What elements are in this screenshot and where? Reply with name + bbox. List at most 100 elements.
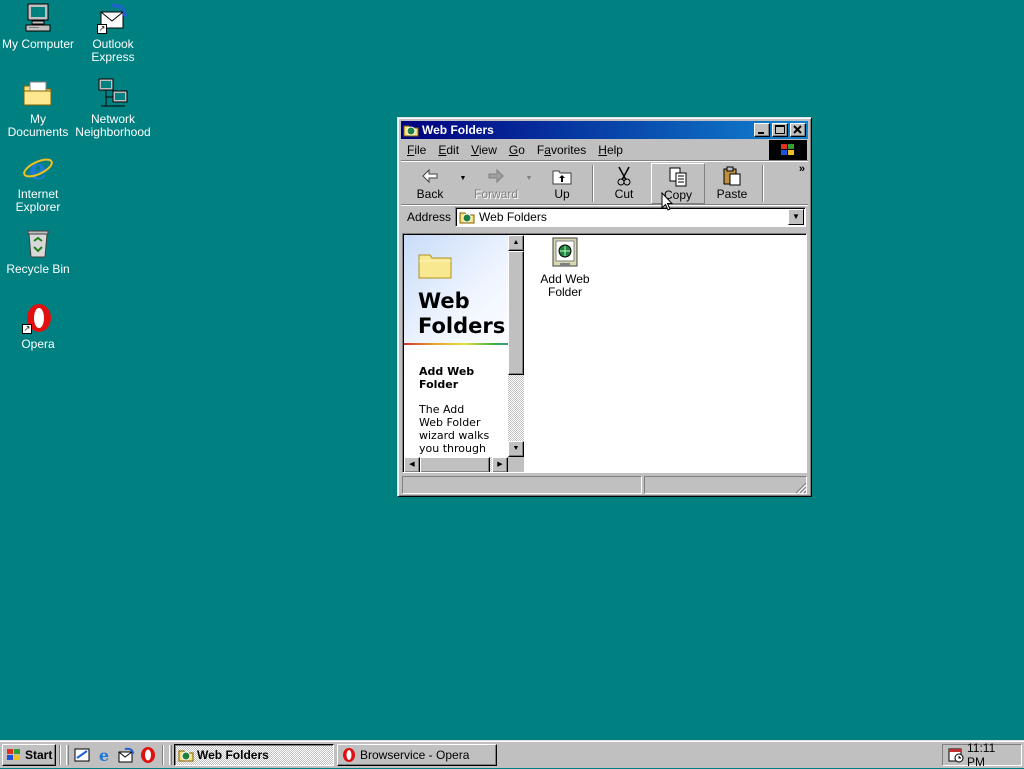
add-web-folder-item[interactable]: Add Web Folder [535,237,595,299]
paste-label: Paste [716,187,748,201]
horizontal-scroll-thumb[interactable] [420,457,490,472]
resize-grip-icon[interactable] [795,482,808,495]
recycle-bin-icon [22,227,54,259]
menu-help-rest: elp [606,142,623,157]
web-folder-icon [459,210,475,224]
scheduler-icon[interactable] [947,746,965,764]
desktop-icon-label: Outlook Express [91,37,135,64]
status-bar [402,476,808,495]
desktop-icon-my-documents[interactable]: My Documents [0,77,76,139]
show-desktop-icon[interactable] [73,746,91,764]
desktop-icon-opera[interactable]: ↗ Opera [0,302,76,351]
menu-favorites[interactable]: Favorites [531,143,592,157]
taskbar-separator [162,744,164,765]
scrollbar-corner [508,457,524,472]
mail-icon: ↗ [97,2,129,34]
copy-button[interactable]: Copy [651,163,705,204]
info-pane-line: wizard walks [419,429,490,442]
scissors-icon [614,166,634,186]
paste-button[interactable]: Paste [705,163,759,204]
desktop-icon-label: Recycle Bin [6,262,70,276]
opera-icon[interactable] [139,746,157,764]
status-panel-main [402,476,642,494]
up-label: Up [554,187,570,201]
item-label-line2: Folder [547,285,582,299]
task-area-grabber[interactable] [169,744,172,765]
window-title: Web Folders [422,123,494,137]
windows-flag-icon [6,748,22,762]
paste-icon [722,166,742,186]
info-pane-header: Web Folders [404,235,524,343]
web-folder-icon [178,747,194,763]
vertical-scrollbar[interactable]: ▲ ▼ [508,235,524,457]
outlook-express-icon[interactable] [117,746,135,764]
opera-icon [341,747,357,763]
back-dropdown-arrow[interactable]: ▼ [457,163,469,204]
toolbar-more-chevron[interactable]: » [799,163,805,175]
menu-bar: File Edit View Go Favorites Help [401,139,808,161]
desktop-icon-my-computer[interactable]: My Computer [0,2,76,51]
menu-go-rest: o [518,142,525,157]
scroll-right-button[interactable]: ▶ [492,457,508,472]
toolbar-separator [592,165,594,202]
folder-view: Web Folders Add Web Folder The Add Web F… [402,233,807,473]
address-dropdown-button[interactable]: ▼ [788,209,804,225]
forward-button[interactable]: Forward [469,163,523,204]
address-bar: Address Web Folders ▼ [401,205,808,229]
web-folders-window[interactable]: Web Folders File Edit View Go Favorites … [397,117,812,497]
menu-file[interactable]: File [401,143,432,157]
menu-view[interactable]: View [465,143,503,157]
cut-button[interactable]: Cut [597,163,651,204]
start-button[interactable]: Start [2,743,56,766]
status-panel-zone [644,476,807,494]
computer-icon [22,2,54,34]
toolbar-separator [762,165,764,202]
up-button[interactable]: Up [535,163,589,204]
back-button[interactable]: Back [403,163,457,204]
task-label: Browservice - Opera [360,747,470,762]
scroll-down-button[interactable]: ▼ [508,441,524,457]
close-button[interactable] [790,123,806,137]
cut-label: Cut [614,187,634,201]
taskbar: Start e Web Folders Browservice - Opera [0,740,1024,769]
desktop-icon-outlook-express[interactable]: ↗ Outlook Express [75,2,151,64]
scroll-left-button[interactable]: ◀ [404,457,420,472]
menu-edit[interactable]: Edit [432,143,465,157]
menu-help[interactable]: Help [592,143,629,157]
system-tray: 11:11 PM [942,741,1022,769]
scroll-up-button[interactable]: ▲ [508,235,524,251]
horizontal-scrollbar[interactable]: ◀ ▶ [404,457,524,472]
mouse-cursor-icon [661,191,674,212]
address-combobox[interactable]: Web Folders ▼ [455,207,806,227]
ie-icon: e [22,152,54,186]
info-pane-line: The Add [419,403,465,416]
info-pane-line: Web Folder [419,416,481,429]
info-pane-title-line1: Web [418,289,470,313]
menu-view-rest: iew [478,142,497,157]
desktop-icon-label: My Documents [7,112,69,139]
menu-file-rest: ile [414,142,427,157]
ie-icon[interactable]: e [95,746,113,765]
quick-launch-grabber[interactable] [66,744,69,765]
clock[interactable]: 11:11 PM [967,741,1015,769]
minimize-button[interactable] [754,123,770,137]
menu-go[interactable]: Go [503,143,531,157]
forward-dropdown-arrow[interactable]: ▼ [523,163,535,204]
task-web-folders[interactable]: Web Folders [174,743,334,766]
desktop-icon-internet-explorer[interactable]: e Internet Explorer [0,152,76,214]
start-label: Start [25,747,53,762]
copy-icon [668,167,688,187]
desktop-icon-network-neighborhood[interactable]: Network Neighborhood [75,77,151,139]
up-folder-icon [552,166,572,186]
address-label: Address [407,210,452,224]
svg-text:e: e [29,153,47,184]
task-browservice-opera[interactable]: Browservice - Opera [337,743,497,766]
shortcut-arrow-icon: ↗ [22,324,32,334]
vertical-scroll-thumb[interactable] [508,251,524,375]
svg-text:e: e [99,746,109,764]
title-bar[interactable]: Web Folders [401,121,808,139]
maximize-button[interactable] [772,123,788,137]
desktop-icon-recycle-bin[interactable]: Recycle Bin [0,227,76,276]
add-web-folder-icon [550,237,580,269]
task-label: Web Folders [197,747,269,762]
